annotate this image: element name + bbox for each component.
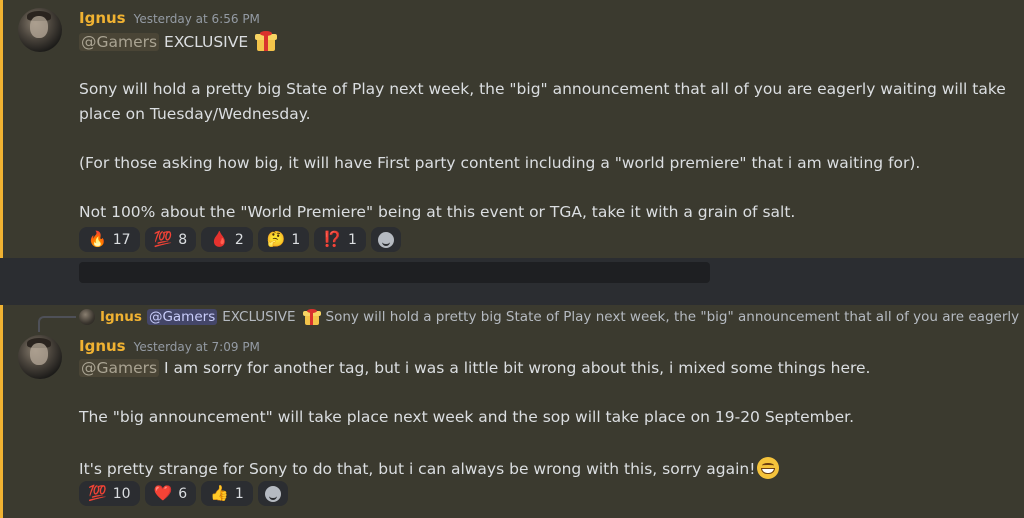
- message-text: The "big announcement" will take place n…: [79, 408, 855, 426]
- username[interactable]: Ignus: [79, 9, 126, 27]
- reply-username[interactable]: Ignus: [100, 309, 142, 325]
- message-first-line: @Gamers EXCLUSIVE: [79, 31, 278, 51]
- message-text-with-emoji: It's pretty strange for Sony to do that,…: [79, 457, 780, 479]
- interrobang-icon: ⁉️: [323, 230, 343, 248]
- fire-icon: 🔥: [88, 230, 107, 248]
- exclusive-text: EXCLUSIVE: [164, 33, 249, 51]
- message-separator: [0, 258, 1024, 305]
- reaction-count: 2: [234, 231, 244, 248]
- reaction-count: 1: [291, 231, 301, 248]
- reply-exclusive-text: EXCLUSIVE: [222, 309, 296, 325]
- message-header: Ignus Yesterday at 6:56 PM: [79, 9, 260, 27]
- role-mention[interactable]: @Gamers: [79, 33, 160, 51]
- heart-icon: ❤️: [153, 484, 173, 502]
- message-text: It's pretty strange for Sony to do that,…: [79, 460, 756, 478]
- reaction-count: 6: [178, 485, 188, 502]
- thinking-face-icon: 🤔: [266, 230, 286, 248]
- message-2: Ignus Yesterday at 7:09 PM @Gamers I am …: [0, 305, 1024, 518]
- grinning-emoji-icon: [757, 457, 780, 479]
- reaction-drop-of-blood[interactable]: 🩸 2: [201, 227, 253, 252]
- message-text: (For those asking how big, it will have …: [79, 154, 921, 172]
- add-reaction-button[interactable]: [370, 227, 401, 252]
- reply-avatar: [79, 309, 95, 325]
- reaction-bar: 🔥 17 💯 8 🩸 2 🤔 1 ⁉️ 1: [79, 227, 401, 252]
- hundred-icon: 💯: [88, 484, 107, 502]
- message-1: Ignus Yesterday at 6:56 PM @Gamers EXCLU…: [0, 0, 1024, 258]
- reply-role-mention: @Gamers: [146, 309, 218, 325]
- hundred-icon: 💯: [153, 230, 173, 248]
- smiley-icon: [264, 485, 281, 502]
- reaction-count: 1: [348, 231, 357, 248]
- reaction-interrobang[interactable]: ⁉️ 1: [314, 227, 366, 252]
- timestamp[interactable]: Yesterday at 6:56 PM: [134, 12, 260, 26]
- reaction-count: 10: [112, 485, 131, 502]
- reply-preview[interactable]: Ignus @Gamers EXCLUSIVE Sony will hold a…: [79, 309, 1024, 325]
- message-text: I am sorry for another tag, but i was a …: [164, 359, 871, 377]
- message-text: Sony will hold a pretty big State of Pla…: [79, 80, 1006, 98]
- reaction-thumbs-up[interactable]: 👍 1: [201, 481, 253, 506]
- reply-snippet: Sony will hold a pretty big State of Pla…: [325, 309, 1024, 325]
- drop-of-blood-icon: 🩸: [210, 230, 229, 248]
- add-reaction-button[interactable]: [257, 481, 288, 506]
- timestamp[interactable]: Yesterday at 7:09 PM: [134, 340, 260, 354]
- gift-icon: [302, 309, 321, 325]
- username[interactable]: Ignus: [79, 337, 126, 355]
- message-text: place on Tuesday/Wednesday.: [79, 105, 311, 123]
- smiley-icon: [377, 231, 394, 248]
- reaction-hundred[interactable]: 💯 8: [144, 227, 197, 252]
- avatar[interactable]: [18, 335, 62, 379]
- reply-spine: [38, 316, 76, 332]
- message-first-line: @Gamers I am sorry for another tag, but …: [79, 359, 870, 377]
- reaction-fire[interactable]: 🔥 17: [79, 227, 140, 252]
- gift-icon: [255, 31, 278, 51]
- reaction-heart[interactable]: ❤️ 6: [144, 481, 197, 506]
- reaction-count: 8: [178, 231, 188, 248]
- thumbs-up-icon: 👍: [210, 484, 229, 502]
- reaction-hundred[interactable]: 💯 10: [79, 481, 140, 506]
- message-header: Ignus Yesterday at 7:09 PM: [79, 337, 260, 355]
- reaction-thinking[interactable]: 🤔 1: [257, 227, 310, 252]
- reaction-count: 17: [112, 231, 131, 248]
- reaction-count: 1: [234, 485, 244, 502]
- avatar[interactable]: [18, 8, 62, 52]
- reaction-bar: 💯 10 ❤️ 6 👍 1: [79, 481, 288, 506]
- message-text: Not 100% about the "World Premiere" bein…: [79, 203, 796, 221]
- redacted-message: [79, 262, 710, 283]
- role-mention[interactable]: @Gamers: [79, 359, 160, 377]
